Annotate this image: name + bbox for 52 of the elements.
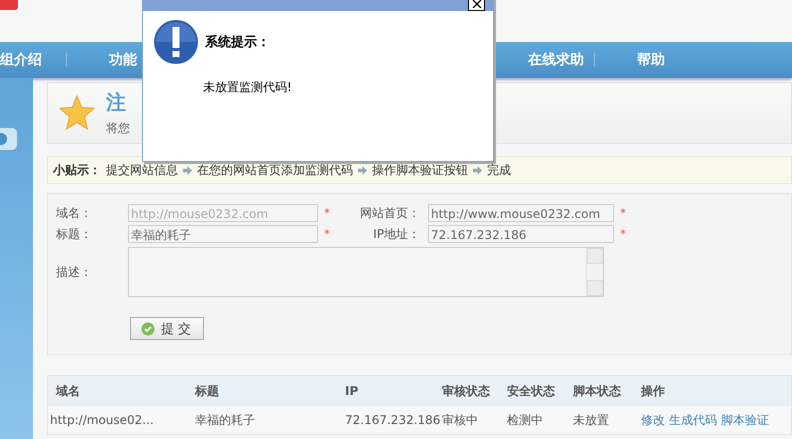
- description-field[interactable]: [128, 247, 604, 297]
- logo-icon: [0, 0, 18, 10]
- table-cell-text: 审核中: [442, 412, 479, 428]
- column-header: 安全状态: [507, 382, 556, 400]
- nav-item[interactable]: 在线求助: [522, 51, 594, 69]
- table-cell-text: 幸福的耗子: [195, 412, 256, 428]
- star-icon: [58, 94, 96, 132]
- required-mark: *: [619, 227, 627, 241]
- check-icon: [141, 322, 155, 336]
- field-label: 标题：: [56, 226, 93, 242]
- action-link[interactable]: 修改: [641, 412, 665, 428]
- tip-step: 提交网站信息: [106, 162, 178, 178]
- column-header: 操作: [641, 382, 666, 400]
- field-label: 网站首页：: [359, 204, 421, 222]
- table-cell-text: 72.167.232.186: [345, 413, 442, 427]
- column-header: 域名: [54, 382, 81, 400]
- table-cell-text: http://mouse02...: [49, 413, 155, 427]
- action-link[interactable]: 脚本验证: [721, 412, 769, 428]
- required-mark: *: [323, 227, 331, 241]
- required-mark: *: [619, 206, 627, 220]
- column-header: 标题: [195, 382, 220, 400]
- field-label: 域名：: [56, 204, 93, 222]
- submit-button[interactable]: 提 交: [130, 317, 204, 340]
- sidebar-tab[interactable]: [0, 128, 17, 150]
- arrow-icon: [358, 166, 367, 174]
- arrow-icon: [473, 166, 482, 174]
- intro-subtitle: 将您: [106, 120, 130, 137]
- arrow-icon: [183, 166, 192, 174]
- column-header: 审核状态: [442, 382, 491, 400]
- table-cell-text: 检测中: [507, 412, 544, 428]
- field-label: 描述：: [56, 264, 93, 280]
- field-label: IP地址：: [372, 226, 421, 242]
- column-header: 脚本状态: [573, 382, 622, 400]
- tip-step: 在您的网站首页添加监测代码: [197, 162, 353, 178]
- nav-item[interactable]: 组介绍: [0, 51, 66, 69]
- intro-title: 注: [106, 89, 127, 116]
- exclamation-icon: [153, 19, 199, 65]
- tip-step: 完成: [487, 162, 511, 178]
- table-cell-text: 未放置: [573, 412, 610, 428]
- tip-step: 操作脚本验证按钮: [372, 162, 468, 178]
- column-header: IP: [345, 384, 360, 398]
- dialog-heading: 系统提示：: [205, 34, 270, 51]
- input-field[interactable]: 幸福的耗子: [128, 225, 318, 243]
- tips-label: 小贴示：: [53, 162, 101, 178]
- input-field[interactable]: 72.167.232.186: [428, 225, 614, 243]
- close-button[interactable]: [468, 0, 485, 11]
- nav-item[interactable]: 帮助: [631, 51, 703, 69]
- input-field[interactable]: http://www.mouse0232.com: [428, 204, 614, 222]
- scrollbar[interactable]: [586, 248, 603, 296]
- dialog-message: 未放置监测代码!: [203, 79, 293, 96]
- action-link[interactable]: 生成代码: [669, 412, 717, 428]
- required-mark: *: [323, 206, 331, 220]
